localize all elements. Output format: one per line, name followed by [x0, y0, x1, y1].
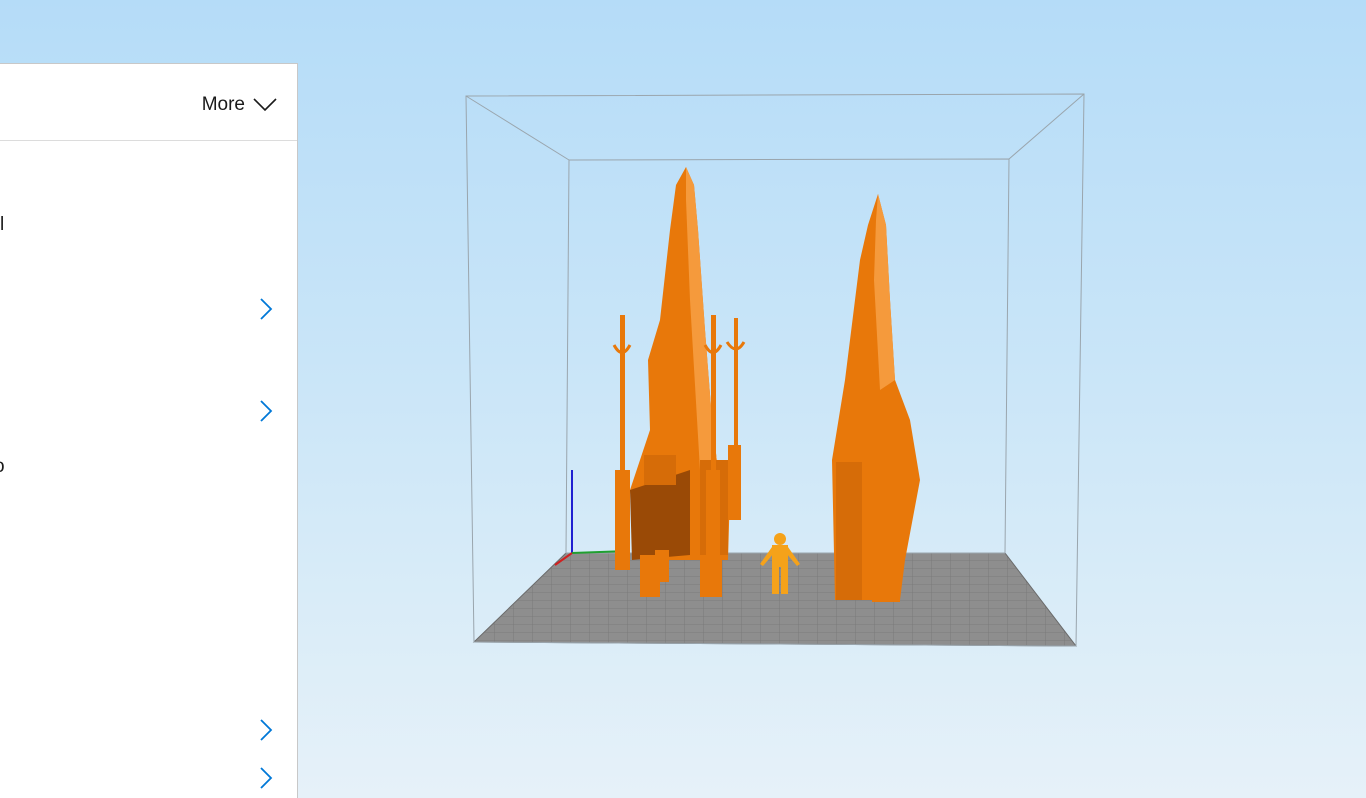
chevron-right-icon[interactable] [259, 298, 273, 320]
panel-header: More [0, 64, 297, 141]
side-panel: More l o [0, 63, 298, 798]
ship-model-left [612, 167, 746, 597]
3d-viewport[interactable] [299, 0, 1366, 798]
chevron-right-icon[interactable] [259, 400, 273, 422]
ship-model-right [832, 194, 920, 602]
clipped-label-2: o [0, 457, 5, 476]
chevron-down-icon [253, 98, 277, 112]
chevron-right-icon[interactable] [259, 767, 273, 789]
chevron-right-icon[interactable] [259, 719, 273, 741]
more-label: More [201, 94, 245, 115]
more-button[interactable]: More [202, 94, 277, 116]
clipped-label-1: l [0, 214, 5, 235]
